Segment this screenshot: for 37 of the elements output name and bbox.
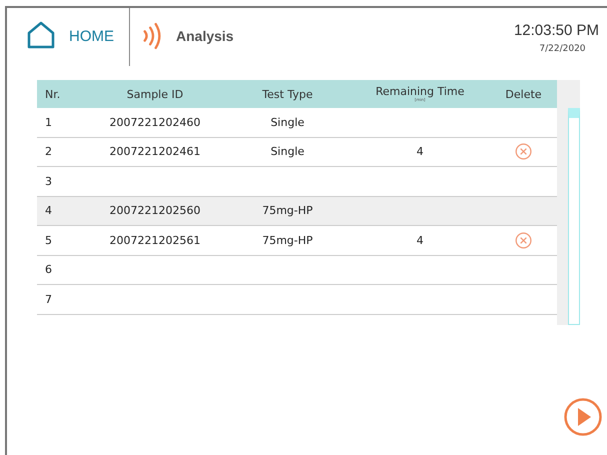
table-row[interactable]: 2 2007221202461 Single 4	[37, 138, 557, 167]
column-header: Remaining Time	[376, 86, 464, 98]
table-cell: 5	[45, 234, 52, 247]
table-cell: 4	[416, 234, 424, 247]
table-row[interactable]: 6	[37, 256, 557, 285]
table-cell: Single	[270, 116, 304, 129]
page-title: Analysis	[176, 28, 234, 44]
table-cell: 75mg-HP	[262, 234, 313, 247]
home-icon[interactable]	[27, 21, 55, 49]
table-cell: 4	[416, 145, 424, 158]
table-cell: 75mg-HP	[262, 204, 313, 218]
table-cell: 2007221202561	[110, 234, 200, 247]
column-header: Nr.	[45, 88, 60, 100]
table-cell: 6	[45, 263, 52, 276]
table-cell: Single	[270, 145, 304, 158]
column-header: Test Type	[262, 88, 313, 100]
table-cell: 2	[45, 145, 52, 158]
table-cell: 7	[45, 292, 52, 306]
table-row[interactable]: 7	[37, 285, 557, 314]
delete-icon[interactable]	[515, 143, 532, 160]
home-link[interactable]: HOME	[69, 28, 114, 44]
table-cell: 2007221202461	[110, 145, 200, 158]
table-cell: 4	[45, 204, 52, 218]
scrollbar[interactable]	[557, 80, 580, 325]
table-row[interactable]: 1 2007221202460 Single	[37, 108, 557, 138]
table-cell: 1	[45, 116, 52, 129]
delete-icon[interactable]	[515, 232, 532, 249]
table-row[interactable]: 5 2007221202561 75mg-HP 4	[37, 226, 557, 256]
table-cell: 3	[45, 174, 52, 188]
table-cell: 2007221202460	[110, 116, 200, 129]
column-header: Delete	[505, 88, 542, 100]
play-button[interactable]	[563, 397, 603, 437]
column-header: Sample ID	[126, 88, 184, 100]
clock-time: 12:03:50 PM	[514, 22, 599, 39]
table-cell: 2007221202560	[110, 204, 200, 218]
table-row[interactable]: 4 2007221202560 75mg-HP	[37, 196, 557, 226]
clock-date: 7/22/2020	[539, 44, 586, 54]
